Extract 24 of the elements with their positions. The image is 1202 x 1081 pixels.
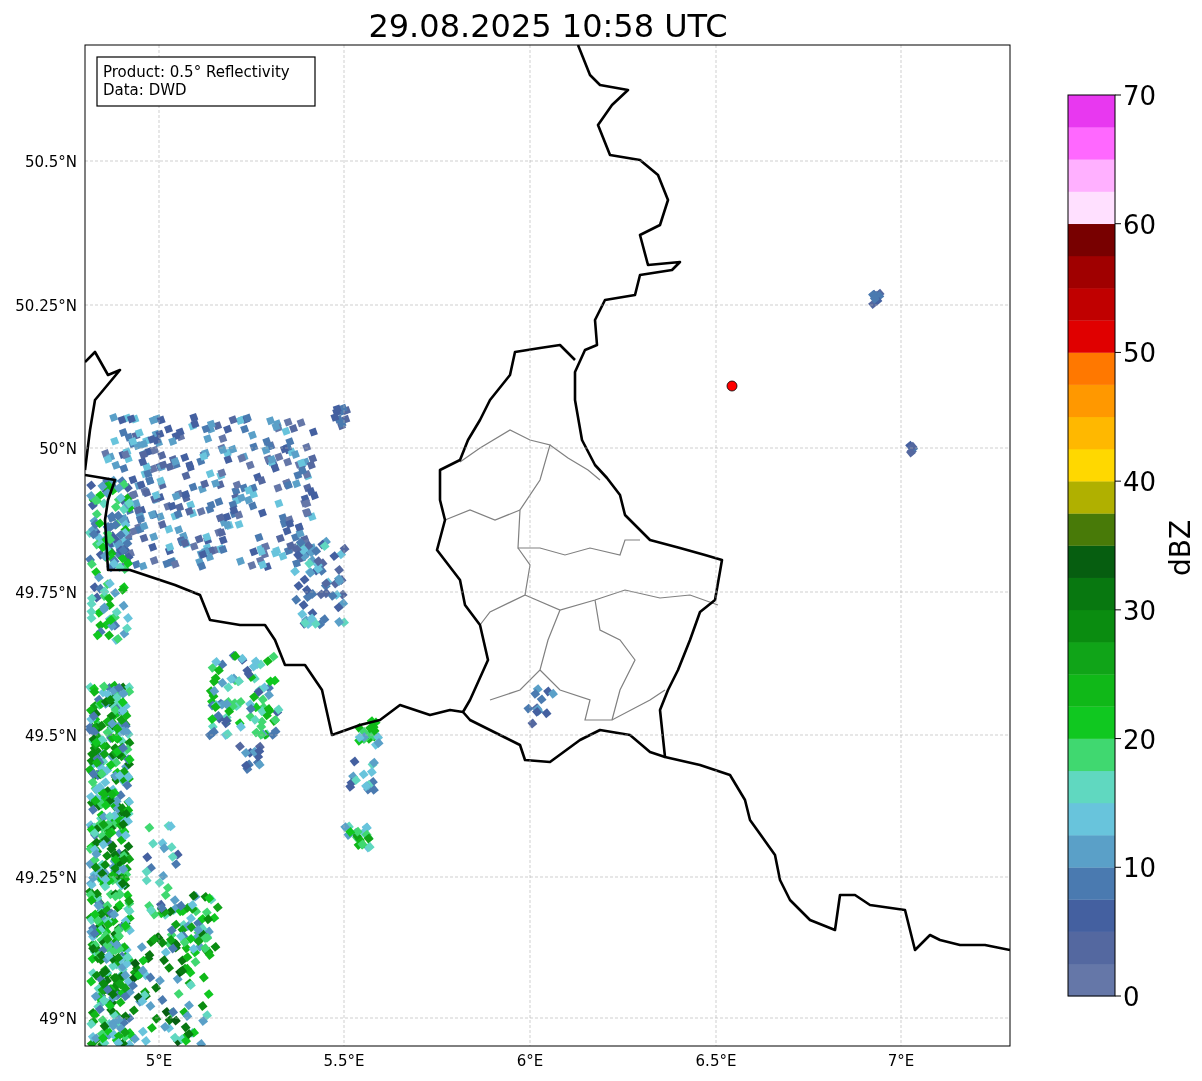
tick-label: 20 (1123, 724, 1157, 755)
tick-label: 50.25°N (15, 297, 77, 315)
tick-label: 49.5°N (24, 727, 77, 745)
tick-label: 6.5°E (695, 1052, 737, 1070)
tick-label: 6°E (516, 1052, 544, 1070)
tick-label: 49°N (39, 1010, 77, 1028)
tick-label: 49.75°N (15, 584, 77, 602)
info-text: Data: DWD (103, 81, 187, 99)
tick-label: 5.5°E (323, 1052, 365, 1070)
tick-label: 60 (1123, 209, 1157, 240)
tick-label: 49.25°N (15, 869, 77, 887)
info-text: Product: 0.5° Reflectivity (103, 63, 290, 81)
tick-label: 50 (1123, 338, 1157, 369)
tick-label: 0 (1123, 982, 1140, 1012)
tick-label: 5°E (145, 1052, 173, 1070)
tick-label: 70 (1123, 81, 1157, 111)
tick-label: 40 (1123, 467, 1157, 498)
tick-label: 50°N (39, 440, 77, 458)
tick-label: 30 (1123, 595, 1157, 626)
axis-label: dBZ (1164, 519, 1197, 577)
tick-label: 50.5°N (24, 153, 77, 171)
chart-title: 29.08.2025 10:58 UTC (368, 7, 728, 45)
tick-label: 7°E (887, 1052, 915, 1070)
tick-label: 10 (1123, 853, 1157, 884)
